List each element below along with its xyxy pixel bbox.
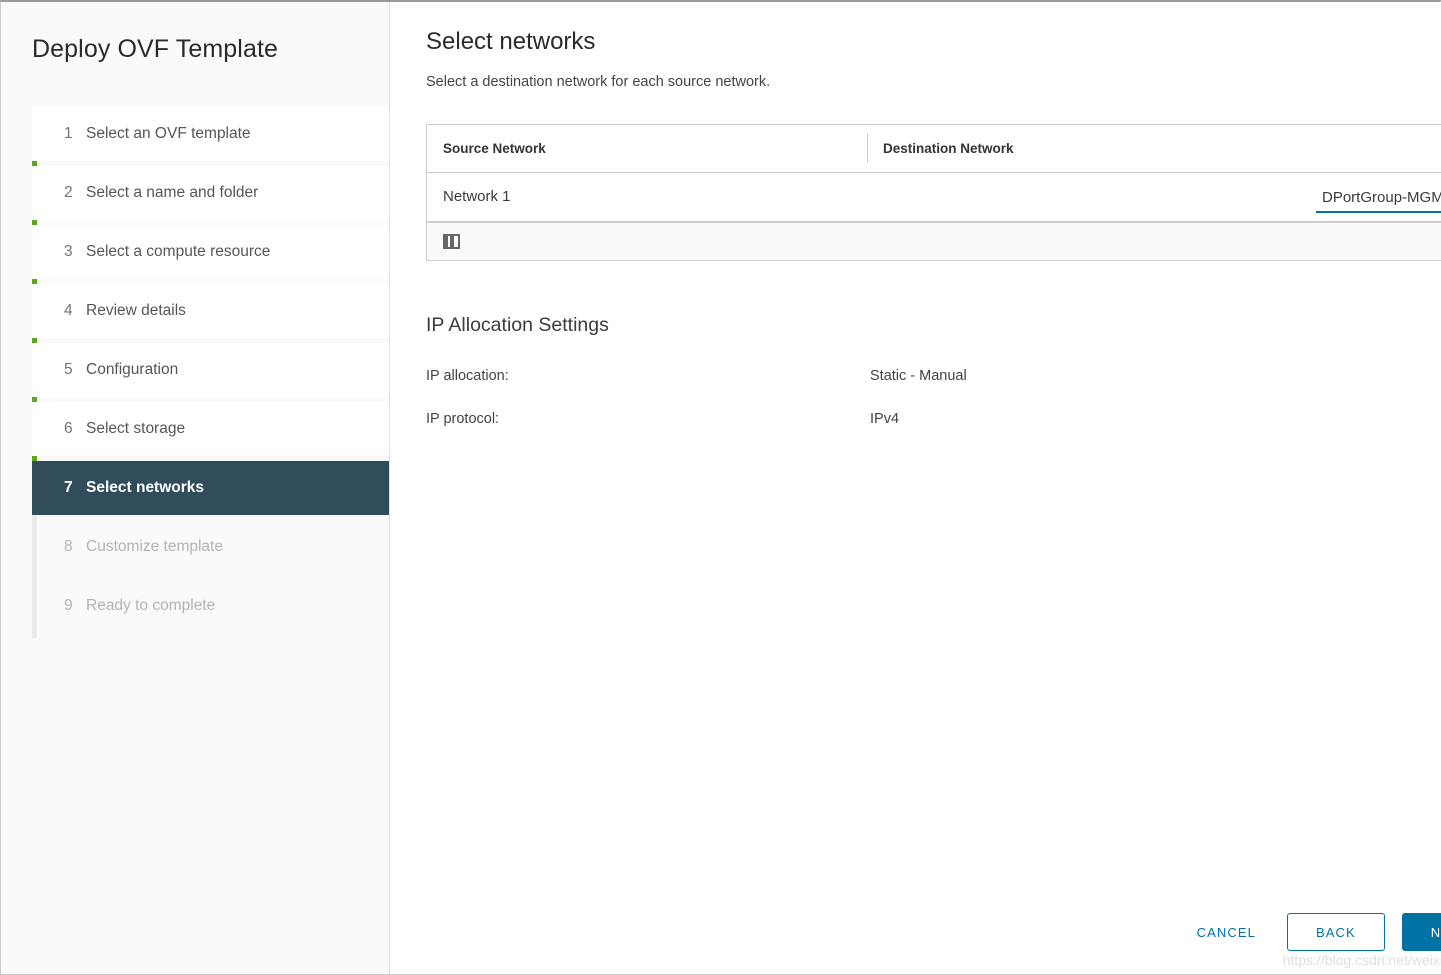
sidebar-step-select-storage[interactable]: 6 Select storage [32, 402, 389, 456]
step-label: Ready to complete [86, 597, 216, 614]
ip-protocol-row: IP protocol: IPv4 [426, 411, 1441, 427]
step-number: 6 [64, 420, 73, 437]
step-label: Review details [86, 302, 186, 319]
step-label: Select storage [86, 420, 186, 437]
page-title: Select networks [426, 28, 596, 55]
step-label: Select an OVF template [86, 125, 251, 142]
deploy-ovf-template-dialog: Deploy OVF Template 1 Select an OVF temp… [0, 0, 1441, 975]
sidebar-step-select-networks[interactable]: 7 Select networks [32, 461, 389, 515]
next-button[interactable]: NEXT [1401, 913, 1441, 951]
cancel-button[interactable]: CANCEL [1183, 913, 1270, 951]
table-footer: 1 item [427, 221, 1441, 260]
sidebar-step-ready-to-complete: 9 Ready to complete [32, 579, 389, 633]
cell-source-network: Network 1 [443, 188, 511, 206]
columns-icon[interactable] [443, 233, 460, 249]
step-number: 5 [64, 361, 73, 378]
watermark: https://blog.csdn.net/weixin_43394724 [1282, 952, 1441, 968]
ip-protocol-label: IP protocol: [426, 410, 500, 427]
cell-destination-network: DPortGroup-MGMT [867, 183, 1441, 214]
ip-allocation-label: IP allocation: [426, 367, 509, 384]
ip-allocation-row: IP allocation: Static - Manual [426, 368, 1441, 384]
column-header-destination-network: Destination Network [867, 134, 1441, 163]
step-number: 8 [64, 538, 73, 555]
sidebar-step-configuration[interactable]: 5 Configuration [32, 343, 389, 397]
network-mapping-table: Source Network Destination Network Netwo… [426, 123, 1441, 261]
table-row: Network 1 DPortGroup-MGMT [427, 173, 1441, 222]
sidebar-step-select-a-compute-resource[interactable]: 3 Select a compute resource [32, 225, 389, 279]
sidebar-step-customize-template: 8 Customize template [32, 520, 389, 574]
step-number: 7 [64, 479, 73, 496]
ip-protocol-value: IPv4 [870, 410, 900, 427]
content-header: Select networks Select a destination net… [390, 2, 1441, 90]
step-number: 9 [64, 597, 73, 614]
step-number: 1 [64, 125, 73, 142]
page-subtitle: Select a destination network for each so… [426, 73, 771, 90]
back-button[interactable]: BACK [1286, 913, 1385, 951]
step-number: 3 [64, 243, 73, 260]
ip-allocation-value: Static - Manual [870, 367, 967, 384]
sidebar-step-select-a-name-and-folder[interactable]: 2 Select a name and folder [32, 166, 389, 220]
destination-network-value: DPortGroup-MGMT [1322, 188, 1441, 206]
wizard-step-list: 1 Select an OVF template 2 Select a name… [1, 107, 389, 638]
step-label: Customize template [86, 538, 223, 555]
step-number: 4 [64, 302, 73, 319]
sidebar-step-review-details[interactable]: 4 Review details [32, 284, 389, 338]
sidebar-step-select-an-ovf-template[interactable]: 1 Select an OVF template [32, 107, 389, 161]
column-header-source-network: Source Network [443, 140, 546, 156]
wizard-sidebar: Deploy OVF Template 1 Select an OVF temp… [1, 2, 390, 974]
wizard-actions: CANCEL BACK NEXT [1183, 913, 1441, 951]
step-label: Configuration [86, 361, 179, 378]
step-label: Select a compute resource [86, 243, 271, 260]
step-label: Select a name and folder [86, 184, 259, 201]
ip-allocation-title: IP Allocation Settings [426, 313, 609, 336]
wizard-content: Select networks Select a destination net… [390, 2, 1441, 974]
table-header-row: Source Network Destination Network [427, 125, 1441, 173]
step-label: Select networks [86, 479, 205, 496]
destination-network-select[interactable]: DPortGroup-MGMT [1316, 186, 1441, 214]
ip-allocation-settings: IP Allocation Settings IP allocation: St… [426, 314, 1441, 427]
step-number: 2 [64, 184, 73, 201]
wizard-title: Deploy OVF Template [32, 35, 278, 63]
